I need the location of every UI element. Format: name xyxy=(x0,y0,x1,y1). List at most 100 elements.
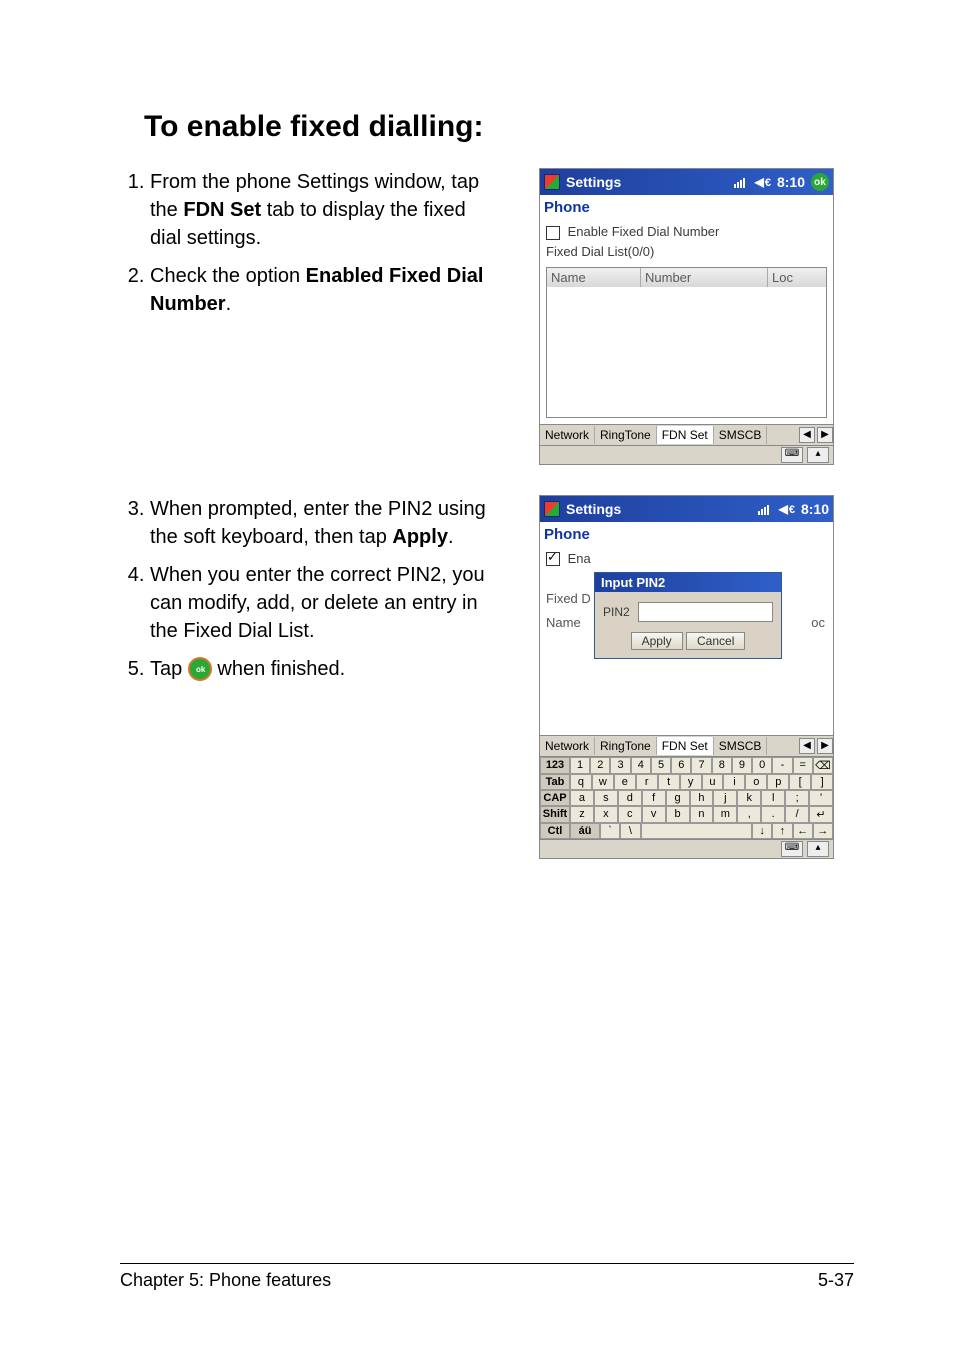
start-icon[interactable] xyxy=(544,501,560,517)
key[interactable]: 4 xyxy=(631,757,651,774)
sip-menu[interactable] xyxy=(807,841,829,857)
key[interactable]: , xyxy=(737,806,761,823)
speaker-icon[interactable]: € xyxy=(755,175,771,189)
key[interactable]: 5 xyxy=(651,757,671,774)
key[interactable]: [ xyxy=(789,774,811,790)
key[interactable]: 8 xyxy=(712,757,732,774)
key[interactable]: ' xyxy=(809,790,833,806)
key[interactable]: h xyxy=(690,790,714,806)
key[interactable]: g xyxy=(666,790,690,806)
tab-fdn-set[interactable]: FDN Set xyxy=(657,737,714,755)
screenshot-2: Settings € 8:10 Phone Ena Input PIN2 PIN… xyxy=(539,495,834,859)
tab-ringtone[interactable]: RingTone xyxy=(595,426,657,444)
intl-key[interactable]: áü xyxy=(570,823,600,839)
enable-fdn-row[interactable]: Enable Fixed Dial Number xyxy=(546,224,827,240)
key[interactable]: l xyxy=(761,790,785,806)
key[interactable]: ` xyxy=(600,823,620,839)
ok-button[interactable]: ok xyxy=(811,173,829,191)
checkbox-enable-fdn[interactable] xyxy=(546,226,560,240)
signal-icon[interactable] xyxy=(758,503,769,515)
step-text-post: when finished. xyxy=(217,658,345,680)
key[interactable]: j xyxy=(713,790,737,806)
key[interactable]: - xyxy=(772,757,792,774)
key[interactable]: t xyxy=(658,774,680,790)
pin2-label: PIN2 xyxy=(603,605,630,619)
th-loc[interactable]: Loc xyxy=(768,268,826,287)
pin2-input[interactable] xyxy=(638,602,773,622)
sip-menu[interactable] xyxy=(807,447,829,463)
window-title: Settings xyxy=(566,174,621,190)
key[interactable]: 2 xyxy=(590,757,610,774)
key[interactable]: k xyxy=(737,790,761,806)
key[interactable]: = xyxy=(793,757,813,774)
key[interactable]: o xyxy=(745,774,767,790)
apply-button[interactable]: Apply xyxy=(631,632,683,650)
key[interactable]: \ xyxy=(620,823,640,839)
key[interactable]: p xyxy=(767,774,789,790)
key[interactable]: x xyxy=(594,806,618,823)
signal-icon[interactable] xyxy=(734,176,745,188)
checkbox-enable-fdn-checked[interactable] xyxy=(546,552,560,566)
key[interactable]: 7 xyxy=(691,757,711,774)
tab-network[interactable]: Network xyxy=(540,426,595,444)
key[interactable]: v xyxy=(642,806,666,823)
tab-scroll-right[interactable]: ▶ xyxy=(817,427,833,443)
tab-fdn-set[interactable]: FDN Set xyxy=(657,426,714,444)
shift-key[interactable]: Shift xyxy=(540,806,570,823)
key[interactable]: i xyxy=(723,774,745,790)
arrow-down-key[interactable]: ↓ xyxy=(752,823,772,839)
arrow-right-key[interactable]: → xyxy=(813,823,833,839)
arrow-left-key[interactable]: ← xyxy=(793,823,813,839)
key[interactable]: d xyxy=(618,790,642,806)
key[interactable]: b xyxy=(666,806,690,823)
clock: 8:10 xyxy=(777,174,805,190)
key[interactable]: 1 xyxy=(570,757,590,774)
key[interactable]: ] xyxy=(811,774,833,790)
key[interactable]: e xyxy=(614,774,636,790)
titlebar: Settings € 8:10 xyxy=(540,496,833,522)
panel-body: Ena Input PIN2 PIN2 Apply Cancel xyxy=(540,545,833,735)
key[interactable]: f xyxy=(642,790,666,806)
key[interactable]: q xyxy=(570,774,592,790)
tab-scroll-left[interactable]: ◀ xyxy=(799,738,815,754)
tab-scroll-left[interactable]: ◀ xyxy=(799,427,815,443)
start-icon[interactable] xyxy=(544,174,560,190)
tab-smscb[interactable]: SMSCB xyxy=(714,737,768,755)
caps-key[interactable]: CAP xyxy=(540,790,570,806)
key[interactable]: ; xyxy=(785,790,809,806)
key[interactable]: / xyxy=(785,806,809,823)
key[interactable]: c xyxy=(618,806,642,823)
enter-key[interactable]: ↵ xyxy=(809,806,833,823)
key[interactable]: n xyxy=(690,806,714,823)
tab-key[interactable]: Tab xyxy=(540,774,570,790)
th-name[interactable]: Name xyxy=(547,268,641,287)
key-123[interactable]: 123 xyxy=(540,757,570,774)
arrow-up-key[interactable]: ↑ xyxy=(772,823,792,839)
key[interactable]: u xyxy=(702,774,724,790)
key[interactable]: 0 xyxy=(752,757,772,774)
key[interactable]: z xyxy=(570,806,594,823)
soft-keyboard[interactable]: 123 1 2 3 4 5 6 7 8 9 0 - = ⌫ xyxy=(540,756,833,839)
key[interactable]: m xyxy=(713,806,737,823)
backspace-key[interactable]: ⌫ xyxy=(813,757,833,774)
sip-toggle[interactable]: ⌨ xyxy=(781,841,803,857)
tab-ringtone[interactable]: RingTone xyxy=(595,737,657,755)
key[interactable]: w xyxy=(592,774,614,790)
key[interactable]: a xyxy=(570,790,594,806)
tab-smscb[interactable]: SMSCB xyxy=(714,426,768,444)
key[interactable]: r xyxy=(636,774,658,790)
th-number[interactable]: Number xyxy=(641,268,768,287)
speaker-icon[interactable]: € xyxy=(779,502,795,516)
space-key[interactable] xyxy=(641,823,753,839)
key[interactable]: y xyxy=(680,774,702,790)
tab-scroll-right[interactable]: ▶ xyxy=(817,738,833,754)
sip-toggle[interactable]: ⌨ xyxy=(781,447,803,463)
tab-network[interactable]: Network xyxy=(540,737,595,755)
ctl-key[interactable]: Ctl xyxy=(540,823,570,839)
key[interactable]: 9 xyxy=(732,757,752,774)
key[interactable]: . xyxy=(761,806,785,823)
cancel-button[interactable]: Cancel xyxy=(686,632,745,650)
key[interactable]: 3 xyxy=(610,757,630,774)
key[interactable]: 6 xyxy=(671,757,691,774)
key[interactable]: s xyxy=(594,790,618,806)
